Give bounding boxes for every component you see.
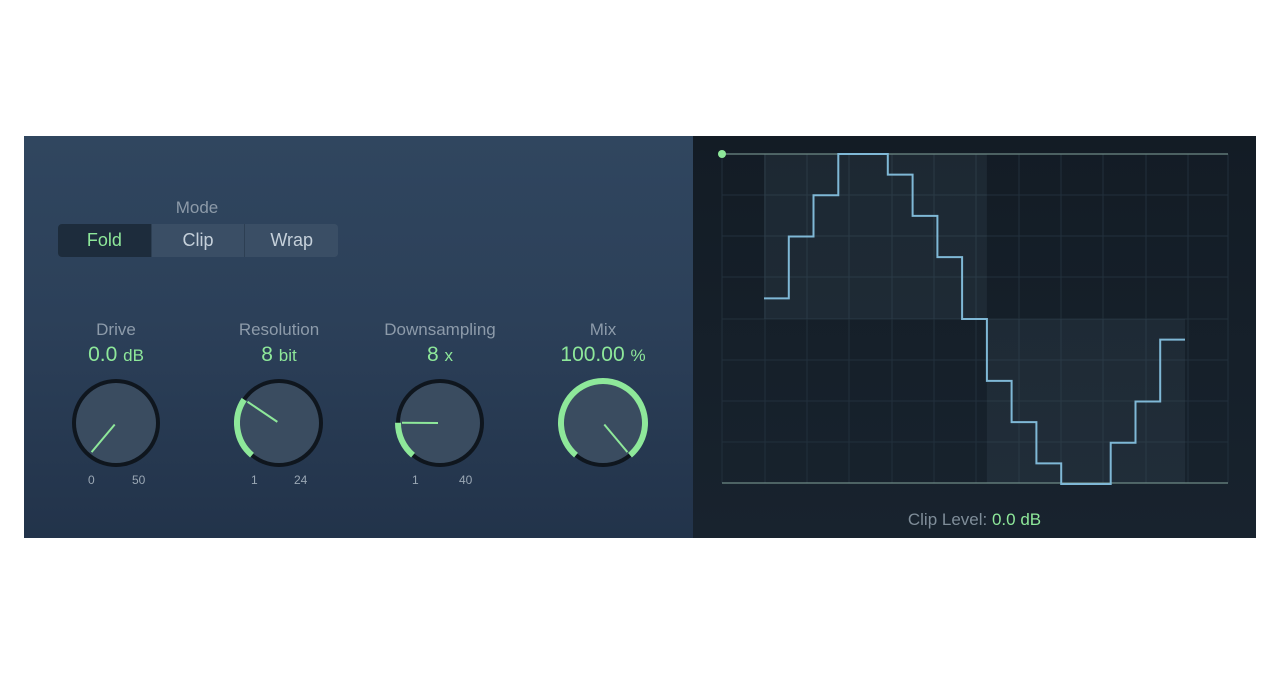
mode-label: Mode	[172, 198, 222, 218]
resolution-value-number: 8	[261, 343, 273, 366]
mode-clip-button[interactable]: Clip	[152, 224, 246, 257]
mix-unit: %	[630, 346, 645, 365]
mix-label: Mix	[523, 320, 683, 340]
downsampling-value: 8 x	[360, 343, 520, 367]
drive-max-label: 50	[132, 473, 145, 487]
drive-label: Drive	[36, 320, 196, 340]
mode-fold-button[interactable]: Fold	[58, 224, 152, 257]
mix-value-number: 100.00	[560, 343, 624, 366]
clip-level-label: Clip Level:	[908, 510, 987, 529]
drive-unit: dB	[123, 346, 144, 365]
mode-selector: Fold Clip Wrap	[58, 224, 338, 257]
bitcrusher-plugin: Mode Fold Clip Wrap Drive 0.0 dB 0 50 Re…	[24, 136, 1256, 538]
resolution-unit: bit	[279, 346, 297, 365]
mix-value: 100.00 %	[523, 343, 683, 367]
clip-level-handle[interactable]	[718, 150, 726, 158]
downsampling-unit: x	[445, 346, 454, 365]
resolution-label: Resolution	[199, 320, 359, 340]
clip-level-value: 0.0 dB	[992, 510, 1041, 529]
drive-knob[interactable]	[66, 373, 166, 473]
knob-body	[76, 383, 156, 463]
waveform-display: Clip Level: 0.0 dB	[693, 136, 1256, 538]
downsampling-knob[interactable]	[390, 373, 490, 473]
clip-level-readout: Clip Level: 0.0 dB	[693, 510, 1256, 530]
downsampling-value-number: 8	[427, 343, 439, 366]
mix-knob[interactable]	[553, 373, 653, 473]
drive-min-label: 0	[88, 473, 95, 487]
transfer-graph	[693, 136, 1256, 538]
downsampling-max-label: 40	[459, 473, 472, 487]
drive-value: 0.0 dB	[36, 343, 196, 367]
controls-panel: Mode Fold Clip Wrap Drive 0.0 dB 0 50 Re…	[24, 136, 693, 538]
resolution-knob[interactable]	[229, 373, 329, 473]
drive-value-number: 0.0	[88, 343, 117, 366]
resolution-value: 8 bit	[199, 343, 359, 367]
resolution-max-label: 24	[294, 473, 307, 487]
mode-wrap-button[interactable]: Wrap	[245, 224, 338, 257]
downsampling-min-label: 1	[412, 473, 419, 487]
resolution-min-label: 1	[251, 473, 258, 487]
downsampling-label: Downsampling	[360, 320, 520, 340]
